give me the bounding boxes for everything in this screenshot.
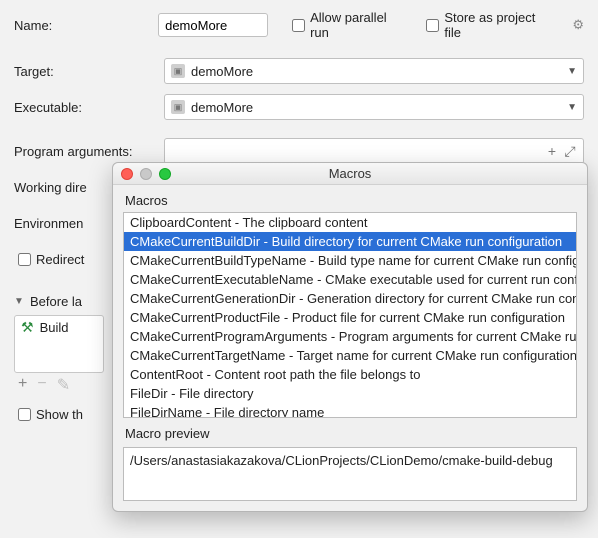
show-checkbox[interactable]: Show th (14, 405, 83, 424)
dialog-titlebar: Macros (113, 163, 587, 185)
macro-preview-label: Macro preview (125, 426, 577, 441)
redirect-box[interactable] (18, 253, 31, 266)
list-item[interactable]: CMakeCurrentProgramArguments - Program a… (124, 327, 576, 346)
program-arguments-input[interactable]: + ⤢ (164, 138, 584, 164)
allow-parallel-checkbox[interactable]: Allow parallel run (288, 10, 404, 40)
close-icon[interactable] (121, 168, 133, 180)
store-project-checkbox[interactable]: Store as project file (422, 10, 550, 40)
insert-macro-icon[interactable]: + (543, 143, 561, 159)
redirect-label: Redirect (36, 252, 84, 267)
name-input[interactable] (158, 13, 268, 37)
target-value: demoMore (191, 64, 253, 79)
task-label: Build (40, 320, 69, 335)
executable-label: Executable: (14, 100, 164, 115)
list-item[interactable]: CMakeCurrentProductFile - Product file f… (124, 308, 576, 327)
chevron-down-icon: ▼ (567, 102, 577, 113)
list-item[interactable]: ContentRoot - Content root path the file… (124, 365, 576, 384)
zoom-icon[interactable] (159, 168, 171, 180)
list-item[interactable]: CMakeCurrentBuildTypeName - Build type n… (124, 251, 576, 270)
allow-parallel-label: Allow parallel run (310, 10, 404, 40)
hammer-icon: ⚒ (21, 319, 34, 336)
dialog-title: Macros (329, 166, 372, 181)
executable-value: demoMore (191, 100, 253, 115)
target-combo[interactable]: ▣ demoMore ▼ (164, 58, 584, 84)
executable-combo[interactable]: ▣ demoMore ▼ (164, 94, 584, 120)
gear-icon[interactable]: ⚙ (572, 17, 584, 33)
list-item[interactable]: ⚒ Build (15, 316, 103, 339)
list-item[interactable]: CMakeCurrentGenerationDir - Generation d… (124, 289, 576, 308)
chevron-down-icon: ▼ (567, 66, 577, 77)
list-item[interactable]: CMakeCurrentTargetName - Target name for… (124, 346, 576, 365)
add-icon[interactable]: + (18, 375, 27, 395)
list-item[interactable]: ClipboardContent - The clipboard content (124, 213, 576, 232)
before-launch-list[interactable]: ⚒ Build (14, 315, 104, 373)
name-label: Name: (14, 18, 158, 33)
remove-icon[interactable]: − (37, 375, 46, 395)
list-item[interactable]: FileDir - File directory (124, 384, 576, 403)
minimize-icon (140, 168, 152, 180)
show-box[interactable] (18, 408, 31, 421)
list-item[interactable]: CMakeCurrentBuildDir - Build directory f… (124, 232, 576, 251)
show-label: Show th (36, 407, 83, 422)
list-item[interactable]: FileDirName - File directory name (124, 403, 576, 418)
macros-list[interactable]: ClipboardContent - The clipboard content… (123, 212, 577, 418)
edit-icon[interactable]: ✎ (57, 375, 70, 395)
target-label: Target: (14, 64, 164, 79)
store-project-box[interactable] (426, 19, 439, 32)
executable-icon: ▣ (171, 100, 185, 114)
expand-icon[interactable]: ⤢ (561, 143, 579, 160)
program-arguments-label: Program arguments: (14, 144, 164, 159)
list-item[interactable]: CMakeCurrentExecutableName - CMake execu… (124, 270, 576, 289)
redirect-checkbox[interactable]: Redirect (14, 250, 84, 269)
disclosure-triangle-icon[interactable]: ▼ (14, 296, 26, 307)
target-icon: ▣ (171, 64, 185, 78)
macros-section-label: Macros (125, 193, 577, 208)
before-launch-label: Before la (30, 294, 82, 309)
store-project-label: Store as project file (444, 10, 550, 40)
macros-dialog: Macros Macros ClipboardContent - The cli… (112, 162, 588, 512)
macro-preview: /Users/anastasiakazakova/CLionProjects/C… (123, 447, 577, 501)
allow-parallel-box[interactable] (292, 19, 305, 32)
